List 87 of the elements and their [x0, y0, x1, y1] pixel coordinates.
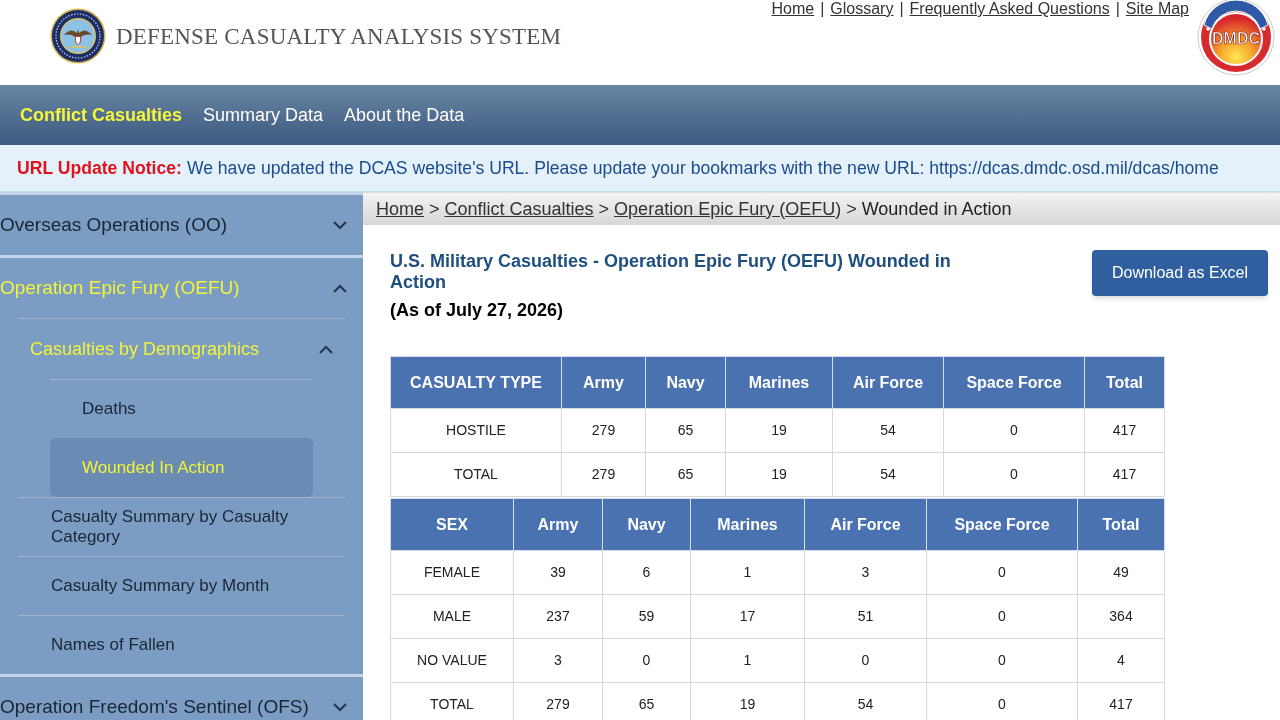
breadcrumb-separator: >: [429, 197, 440, 221]
table-cell: 1: [690, 550, 805, 595]
column-header: Army: [513, 498, 603, 551]
table-cell: 51: [804, 594, 927, 639]
table-cell: 0: [943, 408, 1085, 453]
table-cell: 19: [690, 682, 805, 720]
table-cell: 0: [926, 550, 1078, 595]
table-cell: 3: [804, 550, 927, 595]
table-cell: 65: [645, 452, 726, 497]
column-header: Marines: [690, 498, 805, 551]
sidebar-item[interactable]: Casualty Summary by Casualty Category: [18, 497, 345, 556]
table-cell: 0: [943, 452, 1085, 497]
notice-label: URL Update Notice:: [17, 156, 182, 180]
seal-logo: [50, 8, 106, 64]
table-cell: 364: [1077, 594, 1165, 639]
table-cell: 4: [1077, 638, 1165, 683]
table-cell: TOTAL: [390, 452, 562, 497]
table-cell: MALE: [390, 594, 514, 639]
table-cell: 0: [926, 594, 1078, 639]
sidebar-item[interactable]: Casualty Summary by Month: [18, 556, 345, 615]
table-cell: 6: [602, 550, 691, 595]
sidebar-item[interactable]: Operation Freedom's Sentinel (OFS): [0, 677, 363, 720]
column-header: Army: [561, 356, 646, 409]
header-link[interactable]: Home: [771, 0, 815, 17]
column-header: Total: [1084, 356, 1165, 409]
header-link[interactable]: Glossary: [830, 0, 894, 17]
table-cell: 279: [561, 452, 646, 497]
breadcrumb-link[interactable]: Operation Epic Fury (OEFU): [614, 195, 842, 223]
column-header: Navy: [602, 498, 691, 551]
table-cell: 54: [832, 452, 944, 497]
table-cell: HOSTILE: [390, 408, 562, 453]
breadcrumb-separator: >: [846, 197, 857, 221]
table-cell: 19: [725, 408, 833, 453]
page-title: U.S. Military Casualties - Operation Epic Fury (OEFU) Wounded in Action: [390, 251, 952, 293]
table-cell: 17: [690, 594, 805, 639]
table-cell: 19: [725, 452, 833, 497]
table-cell: 39: [513, 550, 603, 595]
link-separator: |: [899, 0, 904, 17]
table-cell: 3: [513, 638, 603, 683]
sidebar-item[interactable]: Names of Fallen: [18, 615, 345, 674]
column-header: Space Force: [943, 356, 1085, 409]
column-header: Space Force: [926, 498, 1078, 551]
table-cell: TOTAL: [390, 682, 514, 720]
breadcrumb-current: Wounded in Action: [861, 197, 1012, 221]
column-header: Marines: [725, 356, 833, 409]
emblem-logo: DMDC: [1197, 0, 1275, 76]
breadcrumb-separator: >: [598, 197, 610, 221]
table-cell: 1: [690, 638, 805, 683]
table-cell: 0: [926, 682, 1078, 720]
header-link[interactable]: Frequently Asked Questions: [909, 0, 1110, 17]
nav-tab[interactable]: Summary Data: [203, 101, 324, 129]
table-cell: 65: [645, 408, 726, 453]
table-cell: 0: [602, 638, 691, 683]
table-cell: 0: [926, 638, 1078, 683]
table-cell: FEMALE: [390, 550, 514, 595]
table-cell: 54: [804, 682, 927, 720]
table-cell: 59: [602, 594, 691, 639]
column-header: Navy: [645, 356, 726, 409]
link-separator: |: [820, 0, 825, 17]
sidebar-item[interactable]: Wounded In Action: [50, 438, 313, 497]
column-header: Air Force: [804, 498, 927, 551]
as-of-date: (As of July 27, 2026): [390, 300, 565, 321]
table-cell: 417: [1084, 408, 1165, 453]
table-cell: 417: [1077, 682, 1165, 720]
table-cell: 279: [513, 682, 603, 720]
column-header: SEX: [390, 498, 514, 551]
breadcrumb-link[interactable]: Conflict Casualties: [444, 195, 594, 223]
sidebar-item[interactable]: Overseas Operations (OO): [0, 195, 363, 255]
download-button[interactable]: Download as Excel: [1092, 250, 1268, 296]
column-header: Total: [1077, 498, 1165, 551]
header-link[interactable]: Site Map: [1125, 0, 1189, 17]
breadcrumb-link[interactable]: Home: [376, 195, 424, 223]
notice-message: We have updated the DCAS website's URL. Please update your bookmarks with the new URL: https://dcas.dmdc.osd.mil/dcas/home: [186, 156, 1219, 180]
nav-tab[interactable]: About the Data: [344, 101, 465, 129]
table-cell: 49: [1077, 550, 1165, 595]
table-cell: NO VALUE: [390, 638, 514, 683]
nav-tab[interactable]: Conflict Casualties: [20, 101, 183, 129]
table-cell: 237: [513, 594, 603, 639]
site-title: DEFENSE CASUALTY ANALYSIS SYSTEM: [116, 23, 562, 51]
table-cell: 279: [561, 408, 646, 453]
table-cell: 0: [804, 638, 927, 683]
link-separator: |: [1115, 0, 1120, 17]
table-cell: 54: [832, 408, 944, 453]
column-header: Air Force: [832, 356, 944, 409]
table-cell: 65: [602, 682, 691, 720]
column-header: CASUALTY TYPE: [390, 356, 562, 409]
table-cell: 417: [1084, 452, 1165, 497]
